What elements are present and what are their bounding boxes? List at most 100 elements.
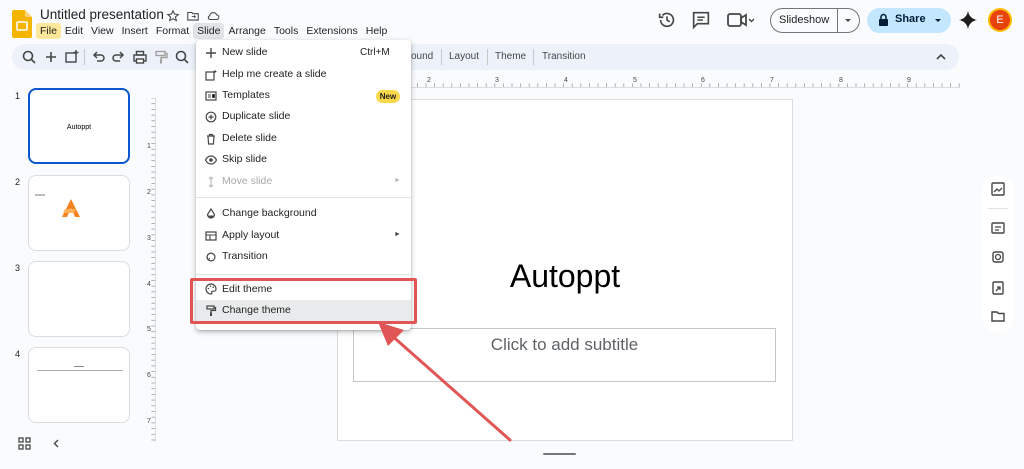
- menu-item-label: Apply layout: [222, 229, 280, 241]
- arrow-annotation-icon: [370, 318, 520, 443]
- tasks-icon[interactable]: [990, 249, 1006, 265]
- slideshow-label: Slideshow: [779, 14, 830, 26]
- submenu-arrow-icon: ►: [394, 177, 401, 184]
- toolbar-background-button[interactable]: ound: [411, 51, 433, 62]
- menu-item-label: Duplicate slide: [222, 110, 291, 122]
- move-icon: [205, 176, 217, 188]
- slides-logo-icon[interactable]: [12, 10, 32, 38]
- horizontal-ruler: [340, 77, 960, 88]
- slide-thumbnail-1[interactable]: Autoppt: [28, 88, 130, 164]
- menu-item-label: Change background: [222, 207, 317, 219]
- ruler-label: 4: [564, 77, 568, 84]
- menu-item-label: Templates: [222, 89, 270, 101]
- star-icon[interactable]: [166, 9, 180, 23]
- trash-icon: [205, 133, 217, 145]
- menu-slide[interactable]: Slide: [193, 23, 225, 39]
- slideshow-dropdown-icon[interactable]: [843, 15, 853, 25]
- contacts-icon[interactable]: [990, 280, 1006, 296]
- toolbar-layout-button[interactable]: Layout: [449, 51, 479, 62]
- meet-video-icon[interactable]: [726, 9, 756, 31]
- menu-help[interactable]: Help: [362, 23, 392, 39]
- grid-view-icon[interactable]: [18, 437, 31, 450]
- menu-item-label: New slide: [222, 46, 268, 58]
- menu-item-label: Skip slide: [222, 153, 267, 165]
- ruler-label: 9: [907, 77, 911, 84]
- slideshow-divider: [837, 9, 838, 32]
- print-icon[interactable]: [132, 49, 148, 65]
- thumbnail-title: Autoppt: [66, 124, 92, 131]
- document-title[interactable]: Untitled presentation: [40, 7, 164, 22]
- share-dropdown-icon[interactable]: [933, 15, 943, 25]
- menu-view[interactable]: View: [87, 23, 118, 39]
- toolbar-separator: [533, 49, 534, 65]
- speaker-notes-handle[interactable]: [543, 453, 576, 455]
- thumbnail-text-line: [35, 194, 45, 196]
- menu-separator: [196, 197, 411, 198]
- new-slide-layout-icon[interactable]: [64, 49, 80, 65]
- menu-extensions[interactable]: Extensions: [302, 23, 361, 39]
- paint-drop-icon: [205, 208, 217, 220]
- ruler-label: 8: [839, 77, 843, 84]
- ruler-label: 6: [701, 77, 705, 84]
- menu-item-label: Help me create a slide: [222, 68, 327, 80]
- menu-item-label: Delete slide: [222, 132, 277, 144]
- submenu-arrow-icon: ►: [394, 231, 401, 238]
- menu-format[interactable]: Format: [152, 23, 193, 39]
- keep-notes-icon[interactable]: [990, 220, 1006, 236]
- ruler-label: 3: [495, 77, 499, 84]
- slide-number: 4: [15, 349, 21, 359]
- folder-icon[interactable]: [990, 308, 1006, 324]
- redo-icon[interactable]: [111, 49, 127, 65]
- menu-separator: [196, 274, 411, 275]
- templates-icon: [205, 90, 217, 102]
- new-slide-plus-icon[interactable]: [43, 49, 59, 65]
- ruler-label: 2: [147, 189, 151, 196]
- ruler-label: 7: [770, 77, 774, 84]
- toolbar-transition-button[interactable]: Transition: [542, 51, 586, 62]
- sparkle-slide-icon: [205, 69, 217, 81]
- collapse-toolbar-icon[interactable]: [933, 49, 949, 65]
- transition-icon: [205, 251, 217, 263]
- menu-tools[interactable]: Tools: [270, 23, 303, 39]
- collapse-filmstrip-icon[interactable]: [51, 438, 62, 449]
- menu-edit[interactable]: Edit: [61, 23, 87, 39]
- menu-item-shortcut: Ctrl+M: [360, 47, 390, 58]
- ruler-label: 5: [633, 77, 637, 84]
- move-folder-icon[interactable]: [186, 9, 200, 23]
- layout-icon: [205, 230, 217, 242]
- menu-file[interactable]: File: [36, 23, 61, 39]
- slide-number: 3: [15, 263, 21, 273]
- slide-thumbnail-2[interactable]: [28, 175, 130, 251]
- toolbar-separator: [84, 49, 85, 65]
- history-icon[interactable]: [656, 9, 678, 31]
- menu-arrange[interactable]: Arrange: [224, 23, 269, 39]
- slide-thumbnail-4[interactable]: [28, 347, 130, 423]
- menu-item-label: Transition: [222, 250, 268, 262]
- thumbnail-text-line: [37, 370, 123, 371]
- gemini-sparkle-icon[interactable]: [958, 10, 978, 30]
- share-label: Share: [895, 13, 926, 25]
- avatar[interactable]: E: [988, 8, 1012, 32]
- thumbnail-text-line: [74, 366, 84, 367]
- ruler-label: 6: [147, 372, 151, 379]
- comment-icon[interactable]: [690, 9, 712, 31]
- new-badge: New: [376, 90, 400, 103]
- zoom-icon[interactable]: [174, 49, 190, 65]
- menu-bar: File Edit View Insert Format Slide Arran…: [36, 23, 391, 39]
- menu-insert[interactable]: Insert: [118, 23, 152, 39]
- ruler-label: 5: [147, 326, 151, 333]
- eye-icon: [205, 154, 217, 166]
- autoppt-logo-icon: [61, 198, 81, 218]
- slide-number: 1: [15, 91, 21, 101]
- lock-icon: [877, 13, 890, 27]
- duplicate-icon: [205, 111, 217, 123]
- slide-thumbnail-3[interactable]: [28, 261, 130, 337]
- search-menus-icon[interactable]: [21, 49, 37, 65]
- ruler-label: 1: [147, 143, 151, 150]
- toolbar-theme-button[interactable]: Theme: [495, 51, 526, 62]
- insert-image-icon[interactable]: [990, 181, 1006, 197]
- paint-format-icon[interactable]: [153, 49, 169, 65]
- cloud-status-icon[interactable]: [206, 9, 220, 23]
- ruler-label: 4: [147, 281, 151, 288]
- undo-icon[interactable]: [90, 49, 106, 65]
